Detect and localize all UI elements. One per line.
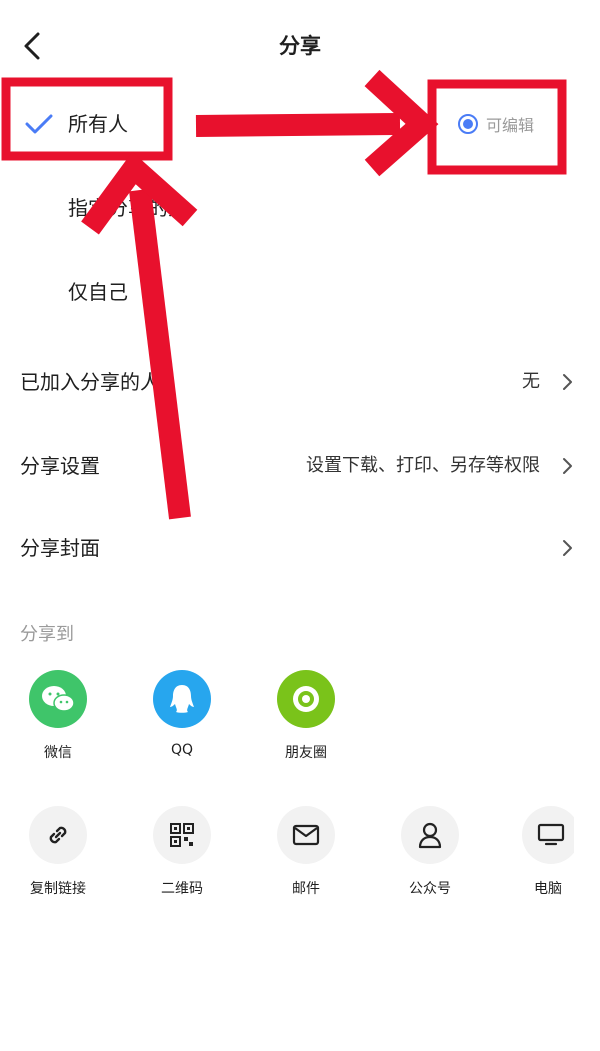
row-share-settings[interactable]: 分享设置 设置下载、打印、另存等权限	[0, 436, 600, 496]
tool-label: 复制链接	[30, 881, 86, 897]
tool-label: 邮件	[292, 881, 320, 897]
section-title-share-to: 分享到	[20, 624, 74, 645]
option-label: 所有人	[68, 112, 128, 136]
row-label: 分享设置	[20, 454, 100, 478]
qrcode-icon	[153, 806, 211, 864]
computer-icon	[522, 806, 574, 864]
row-label: 分享封面	[20, 536, 100, 560]
chevron-right-icon	[563, 540, 572, 556]
page-title: 分享	[279, 34, 321, 58]
qq-icon	[153, 670, 211, 728]
tool-label: 二维码	[161, 881, 203, 897]
link-icon	[29, 806, 87, 864]
row-label: 已加入分享的人	[20, 370, 160, 394]
mail-icon	[277, 806, 335, 864]
tool-label: 公众号	[409, 881, 451, 897]
chevron-right-icon	[563, 374, 572, 390]
row-value: 无	[522, 371, 540, 392]
moments-icon	[277, 670, 335, 728]
radio-option-faded[interactable]	[238, 116, 254, 132]
option-label: 仅自己	[68, 280, 128, 304]
radio-selected-icon	[458, 114, 478, 134]
option-specified-people[interactable]: 指定分享的人	[0, 178, 600, 238]
row-value: 设置下载、打印、另存等权限	[306, 455, 540, 476]
row-share-cover[interactable]: 分享封面	[0, 518, 600, 578]
tool-label: 电脑	[534, 881, 562, 897]
tool-mail[interactable]: 邮件	[256, 806, 356, 898]
permission-label: 可编辑	[486, 116, 535, 135]
tool-official-account[interactable]: 公众号	[380, 806, 480, 898]
share-label: QQ	[170, 742, 194, 758]
share-qq[interactable]: QQ	[132, 670, 232, 758]
chevron-right-icon	[563, 458, 572, 474]
share-label: 朋友圈	[285, 745, 327, 761]
share-wechat[interactable]: 微信	[8, 670, 108, 762]
tool-computer[interactable]: 电脑	[504, 806, 574, 898]
tool-copy-link[interactable]: 复制链接	[8, 806, 108, 898]
checkmark-icon	[25, 114, 53, 134]
row-joined-people[interactable]: 已加入分享的人 无	[0, 352, 600, 412]
permission-editable-radio[interactable]: 可编辑	[458, 110, 534, 138]
option-only-me[interactable]: 仅自己	[0, 262, 600, 322]
share-label: 微信	[44, 745, 72, 761]
share-moments[interactable]: 朋友圈	[256, 670, 356, 762]
official-account-icon	[401, 806, 459, 864]
option-label: 指定分享的人	[68, 196, 188, 220]
tool-qrcode[interactable]: 二维码	[132, 806, 232, 898]
wechat-icon	[29, 670, 87, 728]
radio-option-faded-2[interactable]	[350, 116, 366, 132]
